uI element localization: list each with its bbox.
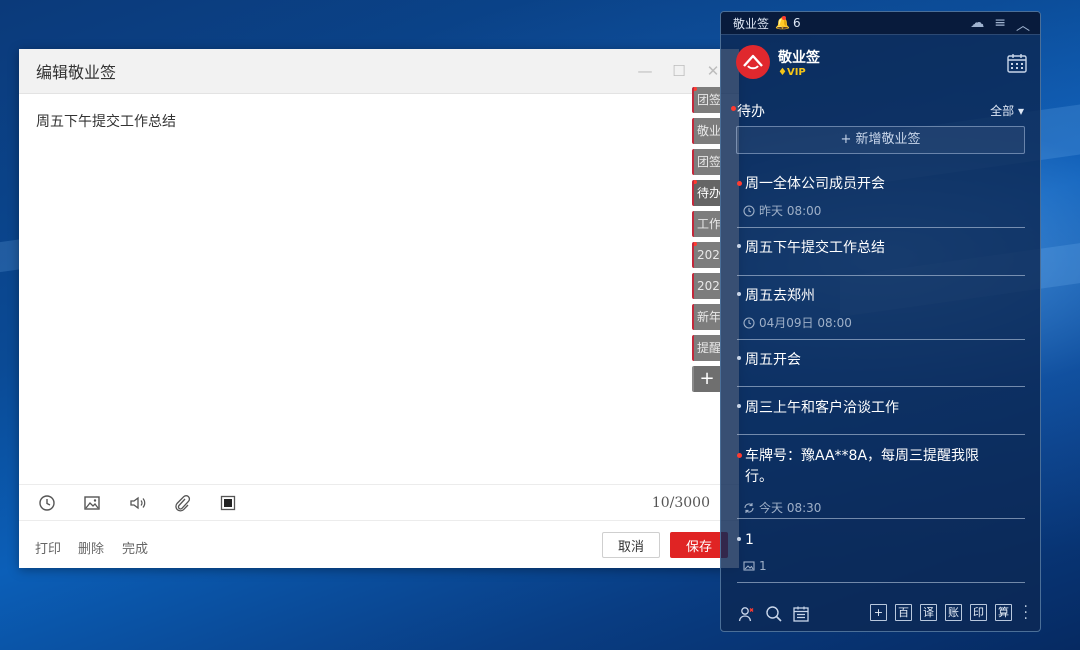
category-tab[interactable]: 提醒 — [692, 335, 720, 361]
filter-dropdown[interactable]: 全部 ▾ — [990, 102, 1024, 119]
menu-icon[interactable]: ≡ — [994, 15, 1006, 35]
note-item[interactable]: 周三上午和客户洽谈工作 — [737, 387, 1025, 435]
category-label: 待办 — [731, 101, 765, 121]
note-reminder: 昨天 08:00 — [743, 202, 821, 219]
more-vertical-icon[interactable]: · · · — [1024, 600, 1028, 626]
sticky-notes-panel: 敬业签 🔔 6 ☁ ≡ ︿ 敬业签 ♦VIP 待办 全部 ▾ + 新增敬业签 周… — [720, 11, 1041, 632]
caret-down-icon: ▾ — [1017, 104, 1024, 118]
baidu-button[interactable]: 百 — [895, 604, 912, 621]
category-tab[interactable]: 工作 — [692, 211, 720, 237]
dialog-title: 编辑敬业签 — [36, 63, 117, 82]
note-title: 车牌号：豫AA**8A，每周三提醒我限行。 — [745, 448, 980, 485]
note-title: 周三上午和客户洽谈工作 — [745, 400, 899, 416]
repeat-icon — [744, 502, 754, 513]
close-icon[interactable]: ✕ — [705, 63, 721, 79]
delete-link[interactable]: 删除 — [78, 538, 104, 557]
notification-count: 6 — [792, 16, 801, 30]
note-title: 1 — [745, 532, 754, 548]
panel-header: 敬业签 ♦VIP — [721, 36, 1040, 92]
speaker-icon[interactable] — [128, 493, 148, 513]
search-icon[interactable] — [764, 604, 784, 624]
note-title: 周五去郑州 — [745, 288, 815, 304]
note-item[interactable]: 周五下午提交工作总结 — [737, 228, 1025, 276]
app-logo — [736, 45, 770, 79]
category-tab[interactable]: 团签 — [692, 87, 720, 113]
note-content-editor[interactable]: 周五下午提交工作总结 — [36, 111, 176, 131]
accounting-button[interactable]: 账 — [945, 604, 962, 621]
category-tab[interactable]: 团签 — [692, 149, 720, 175]
image-icon — [743, 561, 755, 571]
collapse-icon[interactable]: ︿ — [1016, 15, 1030, 35]
note-item[interactable]: 周五去郑州 04月09日 08:00 — [737, 276, 1025, 340]
print-link[interactable]: 打印 — [35, 538, 61, 557]
panel-bottom-toolbar: + 百 译 账 印 算 · · · — [721, 596, 1040, 631]
paperclip-icon[interactable] — [172, 493, 192, 513]
character-counter: 10/3000 — [651, 495, 710, 511]
diamond-icon: ♦ — [778, 67, 787, 78]
minimize-icon[interactable]: — — [637, 63, 653, 79]
note-title: 周五开会 — [745, 352, 801, 368]
add-box-button[interactable]: + — [870, 604, 887, 621]
done-link[interactable]: 完成 — [122, 538, 148, 557]
clock-icon — [743, 204, 755, 217]
clock-icon — [743, 316, 755, 329]
category-tab[interactable]: 敬业 — [692, 118, 720, 144]
note-title: 周一全体公司成员开会 — [745, 176, 885, 192]
note-title: 周五下午提交工作总结 — [745, 240, 885, 256]
note-attachment: 1 — [743, 559, 767, 573]
note-reminder: 今天 08:30 — [743, 499, 821, 516]
note-item[interactable]: 周一全体公司成员开会 昨天 08:00 — [737, 162, 1025, 228]
edit-note-dialog: 编辑敬业签 — ☐ ✕ 周五下午提交工作总结 10/3000 打印 删除 完成 … — [19, 49, 739, 568]
note-item[interactable]: 周五开会 — [737, 340, 1025, 387]
note-item[interactable]: 车牌号：豫AA**8A，每周三提醒我限行。 今天 08:30 — [737, 435, 1025, 519]
category-tab[interactable]: 202 — [692, 273, 720, 299]
add-category-button[interactable]: + — [692, 366, 720, 392]
note-content-text: 周五下午提交工作总结 — [36, 114, 176, 130]
calendar-list-icon[interactable] — [791, 604, 811, 624]
team-icon[interactable] — [737, 604, 757, 624]
vip-badge[interactable]: ♦VIP — [778, 67, 806, 78]
brand-name: 敬业签 — [778, 50, 820, 66]
clock-icon[interactable] — [37, 493, 57, 513]
print-button[interactable]: 印 — [970, 604, 987, 621]
category-tab-active[interactable]: 待办 — [692, 180, 720, 206]
dialog-titlebar: 编辑敬业签 — [19, 49, 739, 94]
window-controls: — ☐ ✕ — [637, 63, 721, 79]
editor-toolbar: 10/3000 — [19, 484, 739, 521]
category-tab[interactable]: 新年 — [692, 304, 720, 330]
cancel-button[interactable]: 取消 — [602, 532, 660, 558]
calendar-icon[interactable] — [1006, 52, 1028, 74]
note-item[interactable]: 1 1 — [737, 519, 1025, 583]
add-note-button[interactable]: + 新增敬业签 — [736, 126, 1025, 154]
panel-titlebar: 敬业签 🔔 6 ☁ ≡ ︿ — [721, 12, 1040, 35]
calculator-button[interactable]: 算 — [995, 604, 1012, 621]
note-reminder: 04月09日 08:00 — [743, 314, 852, 331]
bell-icon[interactable]: 🔔 — [775, 16, 790, 30]
panel-title: 敬业签 — [733, 16, 770, 31]
cloud-sync-icon[interactable]: ☁ — [970, 15, 984, 35]
stop-icon[interactable] — [218, 493, 238, 513]
dialog-footer: 打印 删除 完成 取消 保存 — [19, 521, 739, 568]
image-icon[interactable] — [82, 493, 102, 513]
maximize-icon[interactable]: ☐ — [671, 63, 687, 79]
translate-button[interactable]: 译 — [920, 604, 937, 621]
category-tab[interactable]: 202 — [692, 242, 720, 268]
